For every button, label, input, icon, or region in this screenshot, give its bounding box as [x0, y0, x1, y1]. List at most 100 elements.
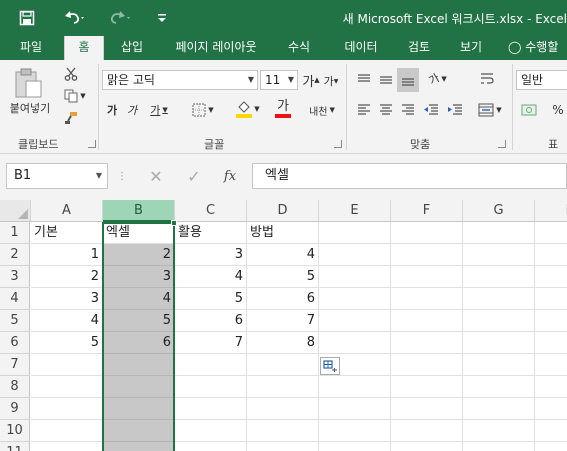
cell-e1[interactable] — [319, 222, 391, 244]
percent-button[interactable]: % — [550, 100, 566, 120]
cell-d7[interactable] — [247, 354, 319, 376]
cell-f7[interactable] — [391, 354, 463, 376]
paste-icon[interactable] — [6, 64, 50, 102]
cell-c6[interactable]: 7 — [175, 332, 247, 354]
tab-file[interactable]: 파일 — [8, 36, 54, 60]
tab-page-layout[interactable]: 페이지 레이아웃 — [162, 36, 270, 60]
cell-e3[interactable] — [319, 266, 391, 288]
align-middle-icon[interactable] — [376, 70, 396, 90]
italic-button[interactable]: 가 — [124, 100, 140, 120]
cell-h7[interactable] — [535, 354, 567, 376]
cell-h1[interactable] — [535, 222, 567, 244]
cell-b11[interactable] — [103, 442, 175, 451]
cell-c1[interactable]: 활용 — [175, 222, 247, 244]
insert-function-icon[interactable]: fx — [218, 166, 242, 186]
cell-c9[interactable] — [175, 398, 247, 420]
cell-f9[interactable] — [391, 398, 463, 420]
cell-h8[interactable] — [535, 376, 567, 398]
column-header-f[interactable]: F — [391, 200, 463, 222]
column-header-e[interactable]: E — [319, 200, 391, 222]
cell-a9[interactable] — [31, 398, 103, 420]
cell-h10[interactable] — [535, 420, 567, 442]
align-bottom-icon[interactable] — [397, 68, 419, 92]
alignment-launcher-icon[interactable] — [498, 140, 506, 148]
cell-g11[interactable] — [463, 442, 535, 451]
format-painter-icon[interactable] — [60, 108, 82, 128]
cell-f11[interactable] — [391, 442, 463, 451]
cell-a4[interactable]: 3 — [31, 288, 103, 310]
font-color-button[interactable]: 가 — [268, 98, 298, 120]
cell-g1[interactable] — [463, 222, 535, 244]
cut-icon[interactable] — [60, 64, 82, 84]
cell-g4[interactable] — [463, 288, 535, 310]
cell-e6[interactable] — [319, 332, 391, 354]
cell-e8[interactable] — [319, 376, 391, 398]
cell-a3[interactable]: 2 — [31, 266, 103, 288]
cell-f3[interactable] — [391, 266, 463, 288]
cell-b8[interactable] — [103, 376, 175, 398]
cell-e2[interactable] — [319, 244, 391, 266]
cell-d2[interactable]: 4 — [247, 244, 319, 266]
cell-h5[interactable] — [535, 310, 567, 332]
cell-f2[interactable] — [391, 244, 463, 266]
name-box[interactable]: B1 ▼ — [6, 163, 108, 189]
row-header-2[interactable]: 2 — [0, 244, 30, 266]
orientation-button[interactable]: 가 ▼ — [422, 68, 454, 90]
cell-a6[interactable]: 5 — [31, 332, 103, 354]
cell-f8[interactable] — [391, 376, 463, 398]
align-top-icon[interactable] — [354, 70, 374, 90]
cell-g3[interactable] — [463, 266, 535, 288]
clipboard-launcher-icon[interactable] — [88, 140, 96, 148]
cell-c10[interactable] — [175, 420, 247, 442]
font-launcher-icon[interactable] — [334, 140, 342, 148]
cell-b10[interactable] — [103, 420, 175, 442]
cell-g9[interactable] — [463, 398, 535, 420]
cell-g5[interactable] — [463, 310, 535, 332]
row-header-4[interactable]: 4 — [0, 288, 30, 310]
cell-a5[interactable]: 4 — [31, 310, 103, 332]
borders-icon[interactable]: ▼ — [188, 100, 218, 120]
cell-d11[interactable] — [247, 442, 319, 451]
row-header-3[interactable]: 3 — [0, 266, 30, 288]
cell-e10[interactable] — [319, 420, 391, 442]
copy-icon[interactable]: ▼ — [60, 86, 90, 106]
redo-icon[interactable] — [104, 6, 138, 30]
cell-e9[interactable] — [319, 398, 391, 420]
customize-qat-icon[interactable] — [152, 6, 172, 30]
cell-e11[interactable] — [319, 442, 391, 451]
more-options-icon[interactable]: ⋮ — [117, 166, 127, 186]
cell-b3[interactable]: 3 — [103, 266, 175, 288]
select-all-corner[interactable] — [0, 200, 31, 222]
cell-d1[interactable]: 방법 — [247, 222, 319, 244]
column-header-g[interactable]: G — [463, 200, 535, 222]
cell-e4[interactable] — [319, 288, 391, 310]
cell-d9[interactable] — [247, 398, 319, 420]
align-left-icon[interactable] — [354, 100, 374, 120]
cell-b6[interactable]: 6 — [103, 332, 175, 354]
decrease-indent-icon[interactable] — [420, 100, 442, 120]
cell-a2[interactable]: 1 — [31, 244, 103, 266]
cell-c3[interactable]: 4 — [175, 266, 247, 288]
row-header-1[interactable]: 1 — [0, 222, 30, 244]
cell-h4[interactable] — [535, 288, 567, 310]
cell-a11[interactable] — [31, 442, 103, 451]
wrap-text-icon[interactable] — [476, 68, 498, 90]
row-header-9[interactable]: 9 — [0, 398, 30, 420]
column-header-c[interactable]: C — [175, 200, 247, 222]
font-size-select[interactable]: 11 ▼ — [260, 70, 298, 90]
tab-formulas[interactable]: 수식 — [276, 36, 322, 60]
tab-data[interactable]: 데이터 — [332, 36, 390, 60]
cell-a10[interactable] — [31, 420, 103, 442]
confirm-entry-icon[interactable]: ✓ — [182, 166, 206, 186]
cell-d4[interactable]: 6 — [247, 288, 319, 310]
cell-f4[interactable] — [391, 288, 463, 310]
bold-button[interactable]: 가 — [104, 100, 120, 120]
undo-icon[interactable] — [58, 6, 92, 30]
font-name-select[interactable]: 맑은 고딕 ▼ — [102, 70, 258, 90]
tell-me-box[interactable]: ◯ 수행할 — [508, 36, 567, 60]
cell-c8[interactable] — [175, 376, 247, 398]
row-header-10[interactable]: 10 — [0, 420, 30, 442]
cell-a8[interactable] — [31, 376, 103, 398]
cell-c11[interactable] — [175, 442, 247, 451]
cell-f10[interactable] — [391, 420, 463, 442]
